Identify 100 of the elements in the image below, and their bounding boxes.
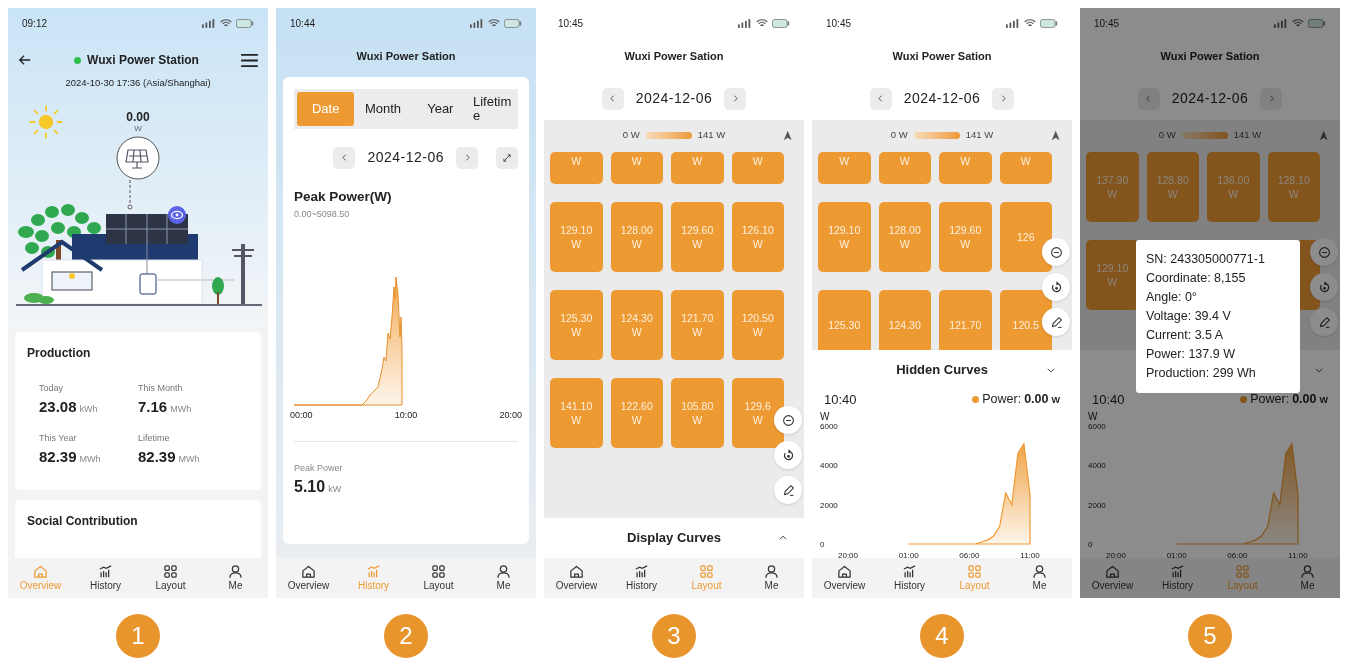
nav-tab[interactable]: Me: [739, 558, 804, 598]
panel-tile[interactable]: 125.30 W: [550, 289, 603, 360]
panel-tile[interactable]: W: [939, 151, 992, 184]
minus-circle-icon: [1317, 245, 1331, 259]
grid-icon: [163, 564, 178, 579]
rotate-button[interactable]: [774, 441, 802, 469]
stat-value: 82.39: [39, 446, 77, 467]
range-tab[interactable]: Lifetime: [469, 91, 515, 126]
chart-range: 0.00~5098.50: [294, 207, 351, 221]
panel-tile[interactable]: W: [818, 151, 871, 184]
panel-tile[interactable]: 128.00 W: [878, 201, 931, 272]
panel-tile[interactable]: W: [550, 151, 603, 184]
panel-tile[interactable]: 129.10 W: [818, 201, 871, 272]
panel-tile[interactable]: 120.5: [999, 289, 1052, 350]
tile-unit: W: [571, 153, 582, 168]
nav-tab[interactable]: Layout: [674, 558, 739, 598]
nav-tab[interactable]: Layout: [406, 558, 471, 598]
panel-tile[interactable]: 125.30: [818, 289, 871, 350]
panel-tile[interactable]: 128.80 W: [1146, 151, 1199, 222]
signal-icon: [738, 18, 752, 28]
tick-label: 4000: [820, 460, 838, 470]
tile-unit: W: [1167, 186, 1178, 201]
nav-tab[interactable]: History: [73, 558, 138, 598]
panel-tile[interactable]: 120.50 W: [731, 289, 784, 360]
home-icon: [837, 564, 852, 579]
panel-tile[interactable]: 124.30 W: [610, 289, 663, 360]
nav-tab[interactable]: History: [609, 558, 674, 598]
chart-time: 10:40: [1092, 391, 1125, 409]
back-icon[interactable]: [18, 53, 32, 67]
north-arrow-icon: [1051, 129, 1062, 141]
nav-tab[interactable]: Me: [1007, 558, 1072, 598]
panel-tile[interactable]: 128.10 W: [1267, 151, 1320, 222]
user-icon: [1032, 564, 1047, 579]
edit-button[interactable]: [774, 476, 802, 504]
card-title: Social Contribution: [27, 513, 139, 531]
nav-tab[interactable]: Overview: [276, 558, 341, 598]
nav-tab[interactable]: Layout: [138, 558, 203, 598]
tile-value: 105.80: [681, 398, 714, 413]
tick-label: 01:00: [898, 550, 919, 560]
legend-min: 0 W: [890, 128, 908, 143]
chevron-down-icon[interactable]: [1046, 365, 1056, 375]
tick-label: 2000: [1088, 500, 1106, 510]
edit-button[interactable]: [1310, 308, 1338, 336]
zoom-out-button[interactable]: [1042, 238, 1070, 266]
panel-tile[interactable]: W: [878, 151, 931, 184]
nav-tab[interactable]: Layout: [942, 558, 1007, 598]
panel-tile[interactable]: 126: [999, 201, 1052, 272]
panel-tile[interactable]: 136.00 W: [1207, 151, 1260, 222]
tile-unit: W: [692, 324, 703, 339]
panel-tile[interactable]: 126.10 W: [731, 201, 784, 272]
tile-value: 129.60: [949, 222, 982, 237]
nav-tab[interactable]: Overview: [812, 558, 877, 598]
nav-tab[interactable]: History: [341, 558, 406, 598]
chevron-down-icon[interactable]: [1314, 365, 1324, 375]
panel-tile[interactable]: 121.70: [939, 289, 992, 350]
zoom-out-button[interactable]: [1310, 238, 1338, 266]
eye-icon[interactable]: [168, 206, 186, 225]
panel-tile[interactable]: 105.80 W: [671, 377, 724, 448]
nav-tab[interactable]: Me: [1275, 558, 1340, 598]
axis-title: W: [820, 411, 830, 422]
panel-tile[interactable]: 128.00 W: [610, 201, 663, 272]
edit-button[interactable]: [1042, 308, 1070, 336]
tile-value: 121.70: [949, 317, 982, 332]
panel-tile[interactable]: 129.10 W: [1086, 239, 1139, 310]
zoom-out-button[interactable]: [774, 406, 802, 434]
rotate-button[interactable]: [1310, 273, 1338, 301]
panel-tile[interactable]: 129.10 W: [550, 201, 603, 272]
nav-tab[interactable]: Layout: [1210, 558, 1275, 598]
panel-tile[interactable]: 141.10 W: [550, 377, 603, 448]
nav-tab[interactable]: History: [877, 558, 942, 598]
nav-tab[interactable]: Me: [471, 558, 536, 598]
panel-tile[interactable]: 129.60 W: [939, 201, 992, 272]
panel-tile[interactable]: 124.30: [878, 289, 931, 350]
panel-tile[interactable]: W: [999, 151, 1052, 184]
range-tab[interactable]: Month: [354, 91, 412, 126]
chevron-up-icon[interactable]: [778, 533, 788, 543]
nav-tab[interactable]: Me: [203, 558, 268, 598]
expand-button[interactable]: [496, 146, 518, 169]
stat-unit: MWh: [178, 452, 200, 466]
nav-tab[interactable]: Overview: [544, 558, 609, 598]
date-label: 2024-12-06: [635, 89, 713, 108]
menu-icon[interactable]: [241, 53, 258, 67]
panel-tile[interactable]: 122.60 W: [610, 377, 663, 448]
panel-tile[interactable]: 129.60 W: [671, 201, 724, 272]
home-icon: [301, 564, 316, 579]
minus-circle-icon: [1049, 245, 1063, 259]
range-tab[interactable]: Year: [411, 91, 469, 126]
tile-unit: W: [692, 236, 703, 251]
panel-tile[interactable]: W: [671, 151, 724, 184]
panel-tile[interactable]: W: [610, 151, 663, 184]
range-tab[interactable]: Date: [297, 91, 355, 126]
rotate-button[interactable]: [1042, 273, 1070, 301]
panel-tile[interactable]: W: [731, 151, 784, 184]
nav-tab[interactable]: History: [1145, 558, 1210, 598]
nav-tab[interactable]: Overview: [1080, 558, 1145, 598]
panel-tile[interactable]: 129.6 W: [731, 377, 784, 448]
nav-tab[interactable]: Overview: [8, 558, 73, 598]
tile-unit: W: [839, 153, 850, 168]
panel-tile[interactable]: 121.70 W: [671, 289, 724, 360]
panel-tile[interactable]: 137.90 W: [1086, 151, 1139, 222]
